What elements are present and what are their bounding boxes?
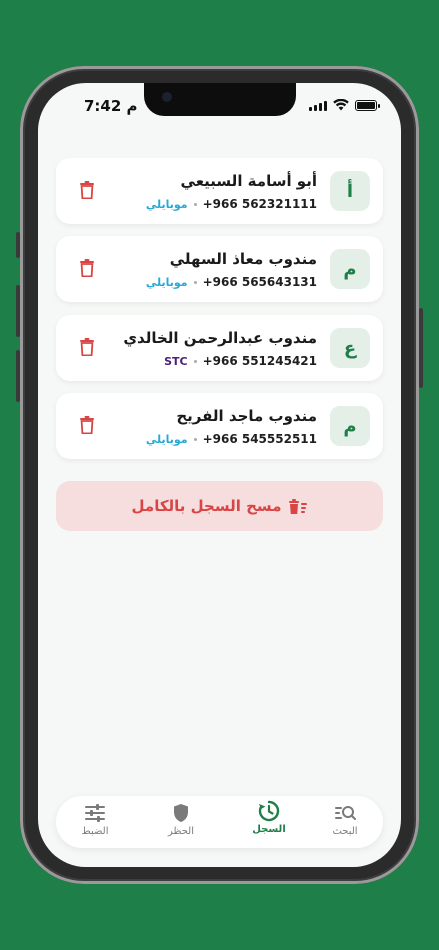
contact-name: مندوب معاذ السهلي (169, 250, 317, 268)
contact-name: أبو أسامة السبيعي (180, 172, 317, 190)
power-button (419, 308, 423, 388)
phone-number: +966 565643131 (202, 275, 317, 289)
phone-number: +966 562321111 (202, 197, 317, 211)
separator-dot (193, 359, 197, 363)
clear-log-button[interactable]: مسح السجل بالكامل (56, 481, 383, 531)
log-entry[interactable]: ع مندوب عبدالرحمن الخالدي +966 551245421 ST… (56, 315, 383, 381)
separator-dot (193, 437, 197, 441)
delete-trash-icon[interactable] (80, 338, 94, 356)
carrier-label: موبايلي (145, 197, 188, 211)
tab-history-label: السجل (252, 824, 286, 835)
signal-icon (309, 101, 327, 111)
mute-switch (16, 232, 20, 258)
phone-number: +966 551245421 (202, 354, 317, 368)
delete-trash-icon[interactable] (80, 181, 94, 199)
bottom-tab-bar: البحث السجل الحظر الضبط (56, 796, 383, 848)
status-time: 7:42 م (84, 97, 138, 115)
log-entry[interactable]: م مندوب معاذ السهلي +966 565643131 موبايلي (56, 236, 383, 302)
phone-number: +966 545552511 (202, 432, 317, 446)
contact-meta: +966 562321111 موبايلي (146, 197, 317, 211)
tab-search-label: البحث (332, 826, 358, 837)
contact-avatar: أ (330, 171, 370, 211)
volume-up-button (16, 285, 20, 337)
tab-block[interactable]: الحظر (151, 802, 211, 837)
log-entry[interactable]: أ أبو أسامة السبيعي +966 562321111 موبايلي (56, 158, 383, 224)
carrier-label: STC (164, 354, 188, 368)
clear-log-label: مسح السجل بالكامل (131, 497, 282, 515)
history-icon (258, 800, 280, 822)
contact-avatar: ع (330, 328, 370, 368)
shield-icon (174, 804, 188, 822)
contact-meta: +966 551245421 STC (164, 354, 317, 368)
tab-block-label: الحظر (167, 826, 194, 837)
clear-trash-icon (288, 499, 307, 514)
delete-trash-icon[interactable] (80, 259, 94, 277)
contact-meta: +966 565643131 موبايلي (146, 275, 317, 289)
status-icons (309, 99, 380, 111)
carrier-label: موبايلي (145, 432, 188, 446)
notch (144, 83, 296, 116)
contact-name: مندوب عبدالرحمن الخالدي (123, 329, 317, 347)
sliders-icon (85, 804, 105, 822)
app-screen: 7:42 م أ أبو أسامة السبيعي +966 562321111 م… (38, 83, 401, 867)
log-entry[interactable]: م مندوب ماجد الفريح +966 545552511 موبايلي (56, 393, 383, 459)
delete-trash-icon[interactable] (80, 416, 94, 434)
tab-history[interactable]: السجل (239, 800, 299, 835)
contact-name: مندوب ماجد الفريح (176, 407, 317, 425)
contact-avatar: م (330, 406, 370, 446)
tab-search[interactable]: البحث (315, 802, 375, 837)
wifi-icon (333, 99, 349, 111)
contact-avatar: م (330, 249, 370, 289)
search-list-icon (335, 806, 356, 820)
separator-dot (193, 202, 197, 206)
carrier-label: موبايلي (145, 275, 188, 289)
camera-icon (162, 92, 172, 102)
separator-dot (193, 280, 197, 284)
contact-meta: +966 545552511 موبايلي (146, 432, 317, 446)
tab-settings[interactable]: الضبط (65, 802, 125, 837)
tab-settings-label: الضبط (81, 826, 109, 837)
volume-down-button (16, 350, 20, 402)
battery-icon (355, 100, 380, 111)
